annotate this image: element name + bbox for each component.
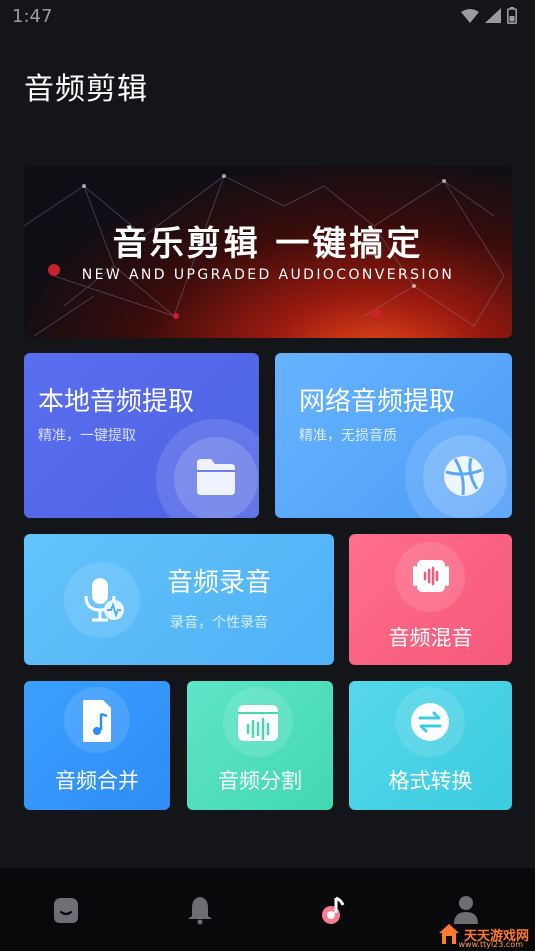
network-audio-extract-card[interactable]: 网络音频提取 精准，无损音质 — [275, 353, 512, 518]
card-title: 音频合并 — [55, 769, 139, 793]
bottom-navigation: 天天游戏网 www.ttyl23.com — [0, 868, 535, 951]
music-file-icon — [83, 700, 111, 742]
banner[interactable]: 音乐剪辑 一键搞定 NEW AND UPGRADED AUDIOCONVERSI… — [24, 166, 512, 338]
wifi-icon — [461, 8, 479, 23]
card-title: 音频分割 — [218, 769, 302, 793]
system-icons — [461, 7, 517, 24]
nav-music[interactable] — [313, 890, 353, 930]
card-title: 本地音频提取 — [38, 387, 195, 417]
folder-icon — [197, 459, 235, 495]
bell-icon — [188, 897, 212, 925]
card-title: 网络音频提取 — [299, 387, 456, 417]
card-subtitle: 录音，个性录音 — [170, 615, 268, 631]
globe-icon — [444, 456, 484, 496]
status-bar: 1:47 — [0, 0, 535, 36]
signal-icon — [485, 8, 501, 23]
card-title: 格式转换 — [388, 769, 473, 793]
swap-icon — [411, 703, 449, 741]
waveform-icon — [238, 705, 278, 741]
battery-icon — [507, 7, 517, 24]
home-icon — [54, 898, 78, 923]
mixer-icon — [413, 560, 449, 592]
status-time: 1:47 — [12, 6, 53, 27]
watermark-logo-icon — [438, 924, 459, 944]
audio-split-card[interactable]: 音频分割 — [187, 681, 333, 810]
nav-notifications[interactable] — [180, 890, 220, 930]
page-title: 音频剪辑 — [24, 72, 148, 107]
card-subtitle: 精准，无损音质 — [299, 428, 397, 444]
nav-home[interactable] — [46, 890, 86, 930]
audio-record-card[interactable]: 音频录音 录音，个性录音 — [24, 534, 334, 665]
music-note-icon — [322, 896, 345, 924]
microphone-icon — [84, 578, 124, 622]
banner-title: 音乐剪辑 一键搞定 — [112, 224, 424, 264]
local-audio-extract-card[interactable]: 本地音频提取 精准，一键提取 — [24, 353, 259, 518]
watermark-url: www.ttyl23.com — [458, 940, 523, 949]
audio-mix-card[interactable]: 音频混音 — [349, 534, 512, 665]
banner-subtitle: NEW AND UPGRADED AUDIOCONVERSION — [81, 267, 455, 283]
card-title: 音频混音 — [388, 626, 473, 650]
watermark: 天天游戏网 www.ttyl23.com — [438, 923, 529, 949]
card-subtitle: 精准，一键提取 — [38, 428, 136, 444]
format-convert-card[interactable]: 格式转换 — [349, 681, 512, 810]
profile-icon — [454, 896, 478, 924]
audio-merge-card[interactable]: 音频合并 — [24, 681, 170, 810]
card-title: 音频录音 — [167, 568, 272, 598]
